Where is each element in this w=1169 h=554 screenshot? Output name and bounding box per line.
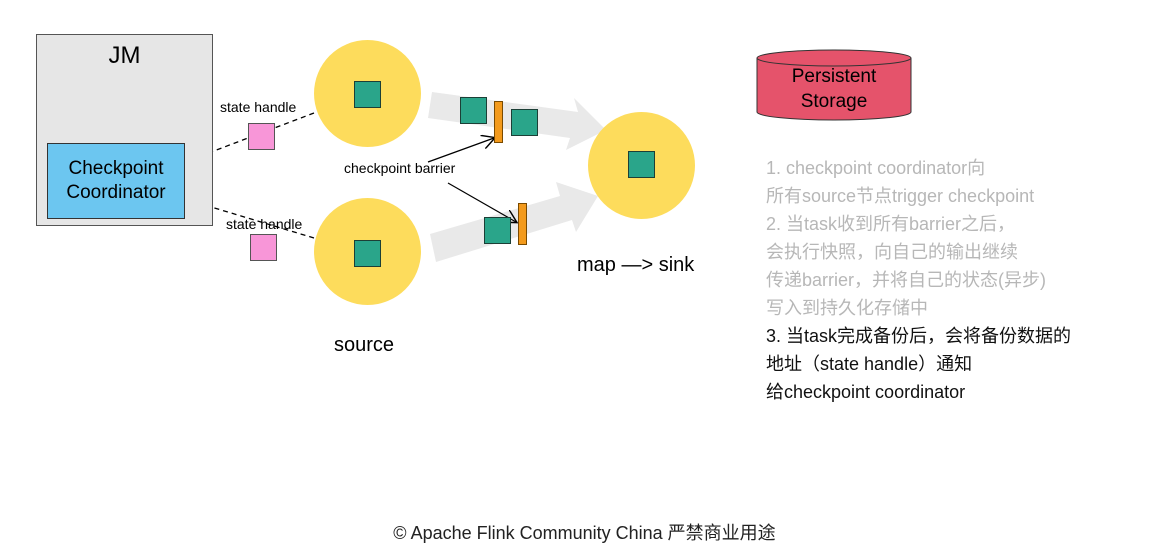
step-2: 2. 当task收到所有barrier之后， 会执行快照，向自己的输出继续 传递… xyxy=(766,210,1156,322)
record-square xyxy=(628,151,655,178)
record-square xyxy=(460,97,487,124)
checkpoint-coordinator: Checkpoint Coordinator xyxy=(47,143,185,219)
map-sink-label: map —> sink xyxy=(577,254,695,276)
barrier-pointer-top xyxy=(427,138,494,163)
persistent-storage-label: Persistent Storage xyxy=(791,66,877,112)
record-square xyxy=(484,217,511,244)
checkpoint-barrier-top xyxy=(494,101,503,143)
record-square xyxy=(354,240,381,267)
step-3: 3. 当task完成备份后，会将备份数据的 地址（state handle）通知… xyxy=(766,322,1156,406)
step-line: 地址（state handle）通知 xyxy=(766,354,973,374)
record-square xyxy=(354,81,381,108)
state-handle-square-top xyxy=(248,123,275,150)
step-line: 传递barrier，并将自己的状态(异步) xyxy=(766,270,1047,290)
step-line: 给checkpoint coordinator xyxy=(766,382,966,402)
step-line: 会执行快照，向自己的输出继续 xyxy=(766,242,1018,262)
step-1: 1. checkpoint coordinator向 所有source节点tri… xyxy=(766,154,1156,210)
state-handle-label-top: state handle xyxy=(220,99,297,115)
flow-arrow-bottom xyxy=(430,182,598,262)
step-line: 2. 当task收到所有barrier之后， xyxy=(766,214,1016,234)
state-handle-square-bottom xyxy=(250,234,277,261)
checkpoint-barrier-label: checkpoint barrier xyxy=(344,160,456,176)
step-description: 1. checkpoint coordinator向 所有source节点tri… xyxy=(766,154,1156,406)
source-label: source xyxy=(334,334,395,356)
step-line: 写入到持久化存储中 xyxy=(766,298,928,318)
footer-copyright: © Apache Flink Community China 严禁商业用途 xyxy=(393,523,776,543)
state-handle-label-bottom: state handle xyxy=(226,216,303,232)
step-line: 1. checkpoint coordinator向 xyxy=(766,158,986,178)
step-line: 3. 当task完成备份后，会将备份数据的 xyxy=(766,326,1072,346)
checkpoint-barrier-bottom xyxy=(518,203,527,245)
jm-title: JM xyxy=(108,42,141,69)
step-line: 所有source节点trigger checkpoint xyxy=(766,186,1035,206)
record-square xyxy=(511,109,538,136)
